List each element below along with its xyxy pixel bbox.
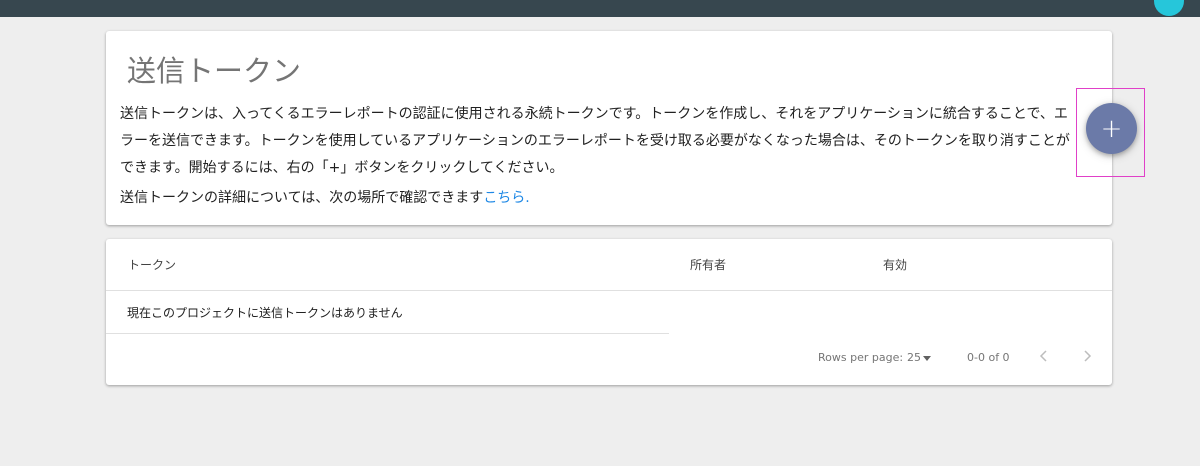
empty-table-message: 現在このプロジェクトに送信トークンはありません — [127, 306, 403, 320]
intro-card: 送信トークン 送信トークンは、入ってくるエラーレポートの認証に使用される永続トー… — [106, 31, 1112, 225]
rows-per-page-value: 25 — [907, 351, 921, 364]
column-header-owner[interactable]: 所有者 — [690, 256, 726, 273]
dropdown-caret-icon — [923, 355, 931, 361]
top-app-bar — [0, 0, 1200, 17]
page-title: 送信トークン — [127, 54, 302, 88]
column-header-token[interactable]: トークン — [128, 256, 176, 273]
pagination-range: 0-0 of 0 — [967, 351, 1010, 364]
previous-page-button[interactable] — [1033, 345, 1055, 367]
more-info-label: 送信トークンの詳細については、次の場所で確認できます — [120, 190, 484, 206]
chevron-right-icon — [1084, 350, 1092, 362]
chevron-left-icon — [1039, 350, 1047, 362]
plus-icon: + — [1100, 113, 1123, 144]
account-avatar[interactable] — [1154, 0, 1184, 16]
more-info-text: 送信トークンの詳細については、次の場所で確認できますこちら. — [120, 185, 530, 212]
rows-per-page-select[interactable]: 25 — [907, 351, 931, 364]
column-header-enabled[interactable]: 有効 — [883, 256, 907, 273]
table-header-row: トークン 所有者 有効 — [106, 239, 1112, 291]
more-info-link[interactable]: こちら. — [483, 190, 529, 206]
tokens-table-card: トークン 所有者 有効 現在このプロジェクトに送信トークンはありません Rows… — [106, 239, 1112, 385]
add-token-button[interactable]: + — [1086, 103, 1137, 154]
table-row: 現在このプロジェクトに送信トークンはありません — [106, 291, 669, 334]
rows-per-page-label: Rows per page: — [818, 351, 904, 364]
intro-description: 送信トークンは、入ってくるエラーレポートの認証に使用される永続トークンです。トー… — [120, 106, 1070, 176]
next-page-button[interactable] — [1076, 345, 1098, 367]
